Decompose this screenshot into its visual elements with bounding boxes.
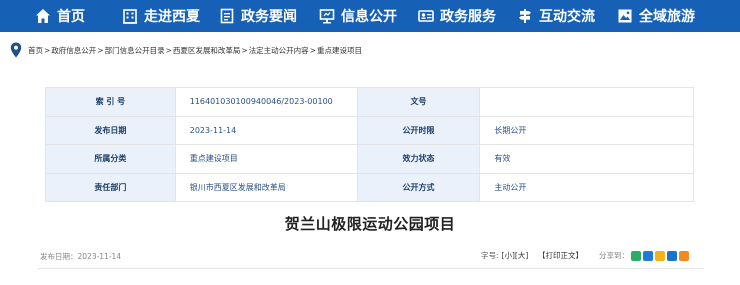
main-nav: 首页 走进西夏 政务要闻 信息公开 政务服务 互动交流 全域旅游 <box>0 0 740 32</box>
nav-item-interaction[interactable]: 互动交流 <box>517 0 595 32</box>
print-button[interactable]: 【打印正文】 <box>538 250 583 261</box>
nav-label: 走进西夏 <box>144 9 200 25</box>
font-small-button[interactable]: [小] <box>502 250 515 261</box>
nav-item-disclosure[interactable]: 信息公开 <box>319 0 397 32</box>
index-value: 116401030100940046/2023-00100 <box>174 87 358 117</box>
breadcrumb-separator: > <box>44 45 51 55</box>
nav-label: 政务要闻 <box>241 9 297 25</box>
breadcrumb-separator: > <box>241 45 248 55</box>
table-row: 索 引 号 116401030100940046/2023-00100 文号 <box>45 87 694 117</box>
table-row: 所属分类 重点建设项目 效力状态 有效 <box>45 144 694 174</box>
landscape-icon <box>617 8 633 24</box>
monitor-icon <box>319 8 335 24</box>
share-label: 分享到： <box>599 251 629 260</box>
nav-item-news[interactable]: 政务要闻 <box>219 0 297 32</box>
validity-value: 有效 <box>479 144 694 174</box>
validity-label: 效力状态 <box>356 144 481 174</box>
index-label: 索 引 号 <box>45 87 176 117</box>
docno-value <box>479 87 694 117</box>
pubdate-label: 发布日期 <box>45 115 176 145</box>
breadcrumb-home[interactable]: 首页 <box>28 45 43 56</box>
period-label: 公开时限 <box>356 115 481 145</box>
article-title: 贺兰山极限运动公园项目 <box>284 215 456 233</box>
table-row: 责任部门 银川市西夏区发展和改革局 公开方式 主动公开 <box>45 172 694 202</box>
more-share-icon[interactable] <box>679 250 689 261</box>
font-size-label: 字号: <box>481 251 499 260</box>
wechat-share-icon[interactable] <box>631 250 641 261</box>
signpost-icon <box>517 8 533 24</box>
pubdate-value: 2023-11-14 <box>174 115 358 145</box>
period-value: 长期公开 <box>479 115 694 145</box>
home-icon <box>35 8 51 24</box>
method-value: 主动公开 <box>479 172 694 202</box>
breadcrumb-statutory[interactable]: 法定主动公开内容 <box>249 45 309 56</box>
location-pin-icon <box>10 42 22 58</box>
breadcrumb-separator: > <box>309 45 316 55</box>
method-label: 公开方式 <box>356 172 481 202</box>
docno-label: 文号 <box>356 87 481 117</box>
category-value: 重点建设项目 <box>174 144 358 174</box>
breadcrumb-dept-catalog[interactable]: 部门信息公开目录 <box>105 45 165 56</box>
nav-item-about[interactable]: 走进西夏 <box>122 0 200 32</box>
weibo-share-icon[interactable] <box>643 250 653 261</box>
print-control: 【打印正文】 <box>538 250 583 261</box>
renren-share-icon[interactable] <box>667 250 677 261</box>
breadcrumb-disclosure[interactable]: 政府信息公开 <box>51 45 96 56</box>
nav-item-home[interactable]: 首页 <box>35 0 85 32</box>
breadcrumb: 首页 > 政府信息公开 > 部门信息公开目录 > 西夏区发展和改革局 > 法定主… <box>10 41 362 59</box>
category-label: 所属分类 <box>45 144 176 174</box>
nav-item-tourism[interactable]: 全域旅游 <box>617 0 695 32</box>
nav-item-services[interactable]: 政务服务 <box>418 0 496 32</box>
font-large-button[interactable]: [大] <box>515 250 528 261</box>
share-bar: 分享到： <box>599 250 689 261</box>
nav-label: 首页 <box>57 9 85 25</box>
divider <box>38 268 704 269</box>
breadcrumb-bureau[interactable]: 西夏区发展和改革局 <box>173 45 241 56</box>
building-icon <box>122 8 138 24</box>
publish-date: 发布日期：2023-11-14 <box>40 252 122 261</box>
nav-label: 互动交流 <box>539 9 595 25</box>
qzone-share-icon[interactable] <box>655 250 665 261</box>
id-card-icon <box>418 8 434 24</box>
breadcrumb-current[interactable]: 重点建设项目 <box>317 45 362 56</box>
document-info-table: 索 引 号 116401030100940046/2023-00100 文号 发… <box>45 87 694 202</box>
document-icon <box>219 8 235 24</box>
nav-label: 全域旅游 <box>639 9 695 25</box>
font-size-control: 字号: [小] [大] <box>481 250 528 261</box>
breadcrumb-separator: > <box>165 45 172 55</box>
dept-label: 责任部门 <box>45 172 176 202</box>
nav-label: 信息公开 <box>341 9 397 25</box>
nav-label: 政务服务 <box>440 9 496 25</box>
table-row: 发布日期 2023-11-14 公开时限 长期公开 <box>45 115 694 145</box>
dept-value: 银川市西夏区发展和改革局 <box>174 172 358 202</box>
breadcrumb-separator: > <box>97 45 104 55</box>
